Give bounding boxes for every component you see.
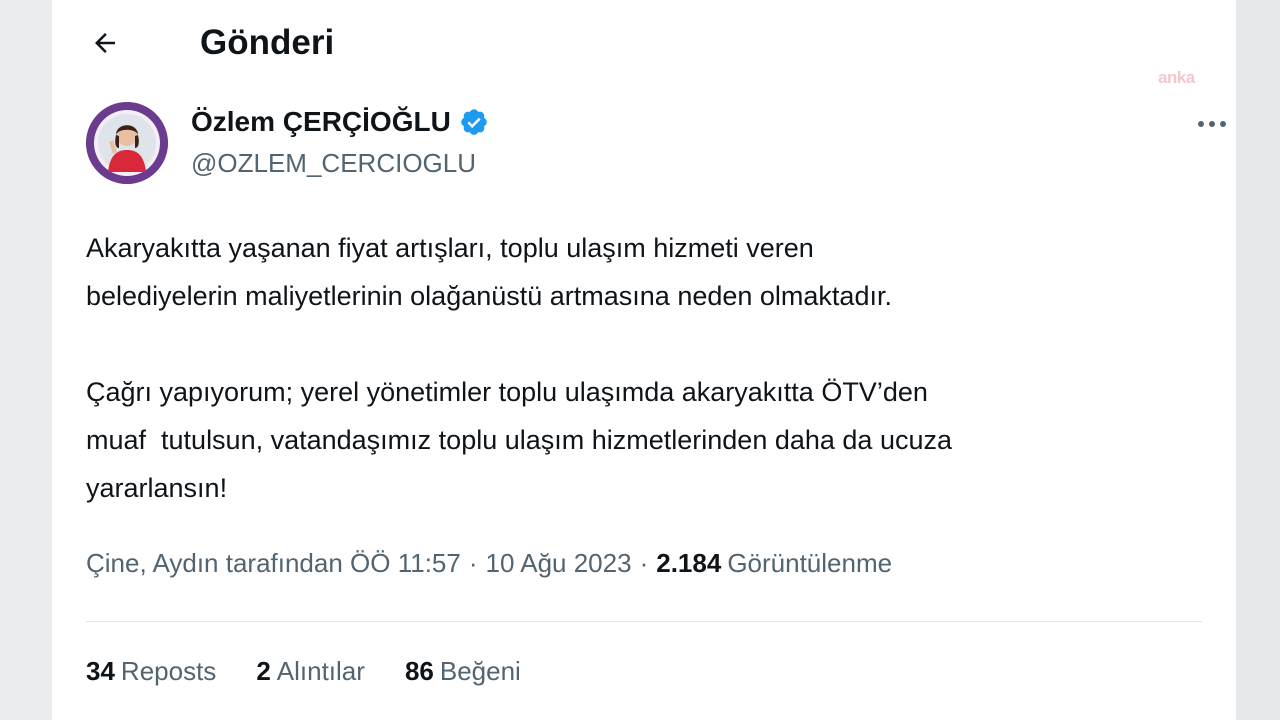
avatar-image — [86, 102, 168, 184]
likes-label: Beğeni — [439, 656, 521, 686]
watermark-logo: anka — [1158, 68, 1195, 87]
page-background-left — [0, 0, 52, 720]
post-card: Gönderi anka Özlem ÇERÇİOĞLU @OZLEM_CERC… — [52, 0, 1236, 720]
tweet-paragraph: Çağrı yapıyorum; yerel yönetimler toplu … — [86, 377, 952, 503]
author-handle[interactable]: @OZLEM_CERCIOGLU — [191, 148, 476, 179]
likes-stat[interactable]: 86 Beğeni — [405, 656, 521, 687]
views-label: Görüntülenme — [727, 548, 893, 578]
post-date[interactable]: 10 Ağu 2023 — [486, 548, 632, 579]
tweet-text: Akaryakıtta yaşanan fiyat artışları, top… — [86, 224, 1226, 512]
author-name[interactable]: Özlem ÇERÇİOĞLU — [191, 106, 489, 138]
reposts-label: Reposts — [120, 656, 217, 686]
reposts-count: 34 — [86, 656, 115, 686]
views-count: 2.184 — [656, 548, 722, 578]
arrow-left-icon — [95, 33, 115, 53]
more-options-button[interactable] — [1192, 104, 1232, 144]
quotes-label: Alıntılar — [276, 656, 365, 686]
divider — [86, 621, 1202, 622]
meta-separator: · — [639, 548, 649, 578]
likes-count: 86 — [404, 656, 434, 686]
author-name-text: Özlem ÇERÇİOĞLU — [191, 106, 451, 137]
engagement-stats: 34 Reposts 2 Alıntılar 86 Beğeni — [86, 656, 521, 687]
avatar[interactable] — [86, 102, 168, 184]
page-header: Gönderi anka — [52, 0, 1236, 87]
quotes-count: 2 — [256, 656, 271, 686]
page-background-right — [1236, 0, 1280, 720]
page-title: Gönderi — [200, 23, 335, 62]
reposts-stat[interactable]: 34 Reposts — [86, 656, 216, 687]
meta-separator: · — [468, 548, 478, 578]
back-button[interactable] — [82, 20, 128, 66]
tweet-paragraph: Akaryakıtta yaşanan fiyat artışları, top… — [86, 233, 892, 311]
location-time[interactable]: Çine, Aydın tarafından ÖÖ 11:57 — [86, 548, 461, 579]
more-horizontal-icon — [1198, 121, 1226, 127]
verified-badge-icon — [461, 109, 487, 135]
quotes-stat[interactable]: 2 Alıntılar — [256, 656, 365, 687]
tweet-metadata: Çine, Aydın tarafından ÖÖ 11:57 · 10 Ağu… — [86, 548, 892, 579]
